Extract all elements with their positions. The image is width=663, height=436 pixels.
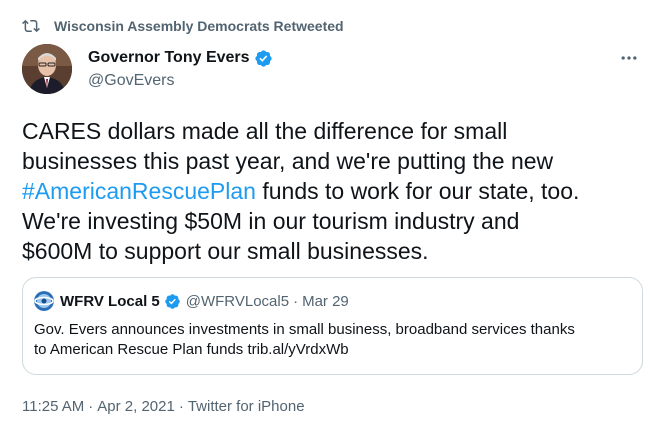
verified-badge-icon — [254, 49, 273, 68]
tweet-time[interactable]: 11:25 AM — [22, 398, 84, 415]
separator-dot: · — [178, 397, 184, 415]
retweet-context[interactable]: Wisconsin Assembly Democrats Retweeted — [22, 14, 344, 38]
quoted-tweet-text: Gov. Evers announces investments in smal… — [34, 320, 634, 360]
quoted-author-name[interactable]: WFRV Local 5 — [60, 293, 160, 310]
tweet-date[interactable]: Apr 2, 2021 — [97, 398, 175, 415]
hashtag-link[interactable]: #AmericanRescuePlan — [22, 178, 256, 204]
wfrv-logo — [34, 291, 54, 311]
quoted-text-line: Gov. Evers announces investments in smal… — [34, 321, 575, 338]
tweet-text-line: businesses this past year, and we're put… — [22, 148, 554, 174]
tweet-text-line: CARES dollars made all the difference fo… — [22, 118, 508, 144]
tweet-source[interactable]: Twitter for iPhone — [188, 398, 305, 415]
author-block[interactable]: Governor Tony Evers @GovEvers — [88, 46, 273, 90]
separator-dot: · — [293, 292, 299, 310]
avatar[interactable] — [22, 44, 72, 94]
quoted-author-handle[interactable]: @WFRVLocal5 — [186, 293, 289, 310]
retweet-label: Wisconsin Assembly Democrats Retweeted — [54, 18, 344, 34]
tweet-text-fragment: funds to work for our state, too. — [255, 178, 580, 204]
retweet-icon — [22, 17, 40, 35]
quoted-tweet-header: WFRV Local 5 @WFRVLocal5 · Mar 29 — [34, 290, 349, 312]
avatar-image — [22, 44, 72, 94]
quoted-text-line: to American Rescue Plan funds trib.al/yV… — [34, 341, 349, 358]
verified-badge-icon — [164, 293, 181, 310]
separator-dot: · — [88, 397, 94, 415]
tweet-card[interactable]: Wisconsin Assembly Democrats Retweeted G… — [0, 0, 663, 436]
author-handle[interactable]: @GovEvers — [88, 72, 273, 90]
tweet-text-line: $600M to support our small businesses. — [22, 238, 429, 264]
tweet-text: CARES dollars made all the difference fo… — [22, 116, 647, 266]
tweet-text-line: #AmericanRescuePlan funds to work for ou… — [22, 176, 647, 206]
tweet-text-line: We're investing $50M in our tourism indu… — [22, 208, 520, 234]
quoted-tweet[interactable]: WFRV Local 5 @WFRVLocal5 · Mar 29 Gov. E… — [22, 277, 643, 375]
quoted-tweet-date[interactable]: Mar 29 — [302, 293, 349, 310]
author-name[interactable]: Governor Tony Evers — [88, 49, 250, 67]
tweet-metadata: 11:25 AM · Apr 2, 2021 · Twitter for iPh… — [22, 396, 305, 416]
more-options-icon[interactable] — [617, 46, 641, 70]
